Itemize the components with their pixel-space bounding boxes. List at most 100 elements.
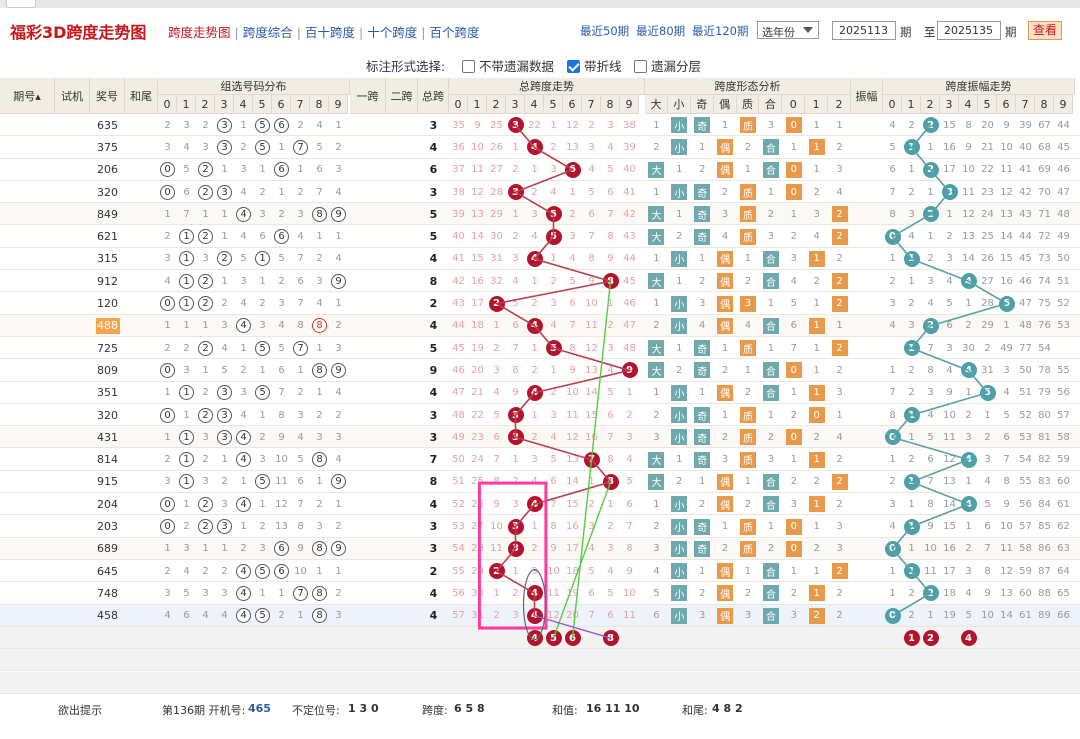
preselect-amp-digit[interactable] <box>883 649 902 671</box>
preselect-shape[interactable] <box>805 649 828 671</box>
preselect-trend-digit[interactable] <box>487 649 506 671</box>
preselect-trend-digit[interactable] <box>449 627 468 649</box>
preselect-amp-digit[interactable] <box>1016 649 1035 671</box>
preselect-trend-digit[interactable] <box>582 672 601 694</box>
tab-shi-ge[interactable]: 十个跨度 <box>367 25 417 40</box>
preselect-amp-digit[interactable] <box>883 672 902 694</box>
preselect-dist-digit[interactable] <box>196 649 215 671</box>
preselect-trend-digit[interactable] <box>506 627 525 649</box>
preselect-dist-digit[interactable] <box>253 649 272 671</box>
preselect-trend-digit[interactable] <box>487 627 506 649</box>
preselect-amp-digit[interactable] <box>997 627 1016 649</box>
preselect-dist-digit[interactable] <box>158 649 177 671</box>
preselect-amp-digit[interactable] <box>1035 672 1054 694</box>
preselect-dist-digit[interactable] <box>215 672 234 694</box>
preselect-trend-digit[interactable] <box>582 649 601 671</box>
tab-bai-shi[interactable]: 百十跨度 <box>305 25 355 40</box>
top-strip-tab[interactable] <box>6 0 36 8</box>
preselect-shape[interactable] <box>714 649 737 671</box>
recent-50-link[interactable]: 最近50期 <box>580 23 629 39</box>
preselect-amp-digit[interactable] <box>978 627 997 649</box>
preselect-shape[interactable] <box>668 649 691 671</box>
preselect-dist-digit[interactable] <box>234 672 253 694</box>
preselect-shape[interactable] <box>714 627 737 649</box>
preselect-shape[interactable] <box>645 672 668 694</box>
preselect-dist-digit[interactable] <box>177 649 196 671</box>
preselect-trend-digit[interactable] <box>544 649 563 671</box>
preselect-amp-ball[interactable]: 4 <box>959 627 978 649</box>
recent-80-link[interactable]: 最近80期 <box>636 23 685 39</box>
preselect-trend-digit[interactable] <box>620 649 639 671</box>
preselect-dist-digit[interactable] <box>291 649 310 671</box>
preselect-amp-digit[interactable] <box>940 627 959 649</box>
preselect-dist-digit[interactable] <box>196 627 215 649</box>
preselect-shape[interactable] <box>714 672 737 694</box>
preselect-trend-ball[interactable]: 5 <box>544 627 563 649</box>
preselect-dist-digit[interactable] <box>158 627 177 649</box>
preselect-dist-digit[interactable] <box>272 627 291 649</box>
preselect-dist-digit[interactable] <box>329 627 348 649</box>
option-no-miss[interactable]: 不带遗漏数据 <box>462 56 554 75</box>
preselect-trend-digit[interactable] <box>525 649 544 671</box>
preselect-dist-digit[interactable] <box>177 627 196 649</box>
preselect-amp-digit[interactable] <box>921 672 940 694</box>
preselect-dist-digit[interactable] <box>177 672 196 694</box>
preselect-amp-digit[interactable] <box>921 649 940 671</box>
preselect-trend-digit[interactable] <box>468 649 487 671</box>
preselect-trend-digit[interactable] <box>601 649 620 671</box>
preselect-trend-ball[interactable]: 4 <box>525 627 544 649</box>
preselect-dist-digit[interactable] <box>272 672 291 694</box>
preselect-amp-digit[interactable] <box>1016 627 1035 649</box>
preselect-shape[interactable] <box>782 672 805 694</box>
from-issue-input[interactable]: 2025113 <box>832 21 896 40</box>
preselect-shape[interactable] <box>737 627 760 649</box>
preselect-shape[interactable] <box>737 649 760 671</box>
checkbox-miss-layer[interactable] <box>634 60 647 73</box>
preselect-trend-digit[interactable] <box>582 627 601 649</box>
checkbox-no-miss[interactable] <box>462 60 475 73</box>
preselect-dist-digit[interactable] <box>234 649 253 671</box>
preselect-trend-digit[interactable] <box>544 672 563 694</box>
preselect-amp-digit[interactable] <box>883 627 902 649</box>
preselect-shape[interactable] <box>691 627 714 649</box>
preselect-shape[interactable] <box>691 672 714 694</box>
preselect-shape[interactable] <box>759 627 782 649</box>
preselect-shape[interactable] <box>782 627 805 649</box>
preselect-shape[interactable] <box>691 649 714 671</box>
preselect-amp-digit[interactable] <box>959 649 978 671</box>
preselect-amp-ball[interactable]: 1 <box>902 627 921 649</box>
preselect-trend-digit[interactable] <box>525 672 544 694</box>
option-miss-layer[interactable]: 遗漏分层 <box>634 56 701 75</box>
query-button[interactable]: 查看 <box>1028 21 1062 40</box>
preselect-dist-digit[interactable] <box>329 672 348 694</box>
preselect-shape[interactable] <box>805 627 828 649</box>
preselect-shape[interactable] <box>828 672 851 694</box>
preselect-shape[interactable] <box>668 672 691 694</box>
tab-span-combined[interactable]: 跨度综合 <box>243 25 293 40</box>
preselect-trend-digit[interactable] <box>620 672 639 694</box>
preselect-amp-digit[interactable] <box>940 649 959 671</box>
preselect-dist-digit[interactable] <box>215 649 234 671</box>
preselect-shape[interactable] <box>782 649 805 671</box>
option-polyline[interactable]: 带折线 <box>567 56 622 75</box>
preselect-dist-digit[interactable] <box>310 649 329 671</box>
preselect-shape[interactable] <box>759 649 782 671</box>
preselect-shape[interactable] <box>668 627 691 649</box>
preselect-trend-digit[interactable] <box>468 627 487 649</box>
preselect-shape[interactable] <box>759 672 782 694</box>
preselect-amp-digit[interactable] <box>1054 649 1073 671</box>
preselect-amp-digit[interactable] <box>997 672 1016 694</box>
preselect-trend-ball[interactable]: 8 <box>601 627 620 649</box>
preselect-amp-digit[interactable] <box>978 672 997 694</box>
preselect-amp-digit[interactable] <box>902 672 921 694</box>
preselect-dist-digit[interactable] <box>272 649 291 671</box>
preselect-amp-digit[interactable] <box>978 649 997 671</box>
preselect-trend-digit[interactable] <box>468 672 487 694</box>
preselect-amp-digit[interactable] <box>1016 672 1035 694</box>
preselect-dist-digit[interactable] <box>215 627 234 649</box>
preselect-trend-ball[interactable]: 6 <box>563 627 582 649</box>
recent-120-link[interactable]: 最近120期 <box>692 23 748 39</box>
preselect-dist-digit[interactable] <box>310 627 329 649</box>
preselect-dist-digit[interactable] <box>196 672 215 694</box>
preselect-amp-digit[interactable] <box>1035 627 1054 649</box>
